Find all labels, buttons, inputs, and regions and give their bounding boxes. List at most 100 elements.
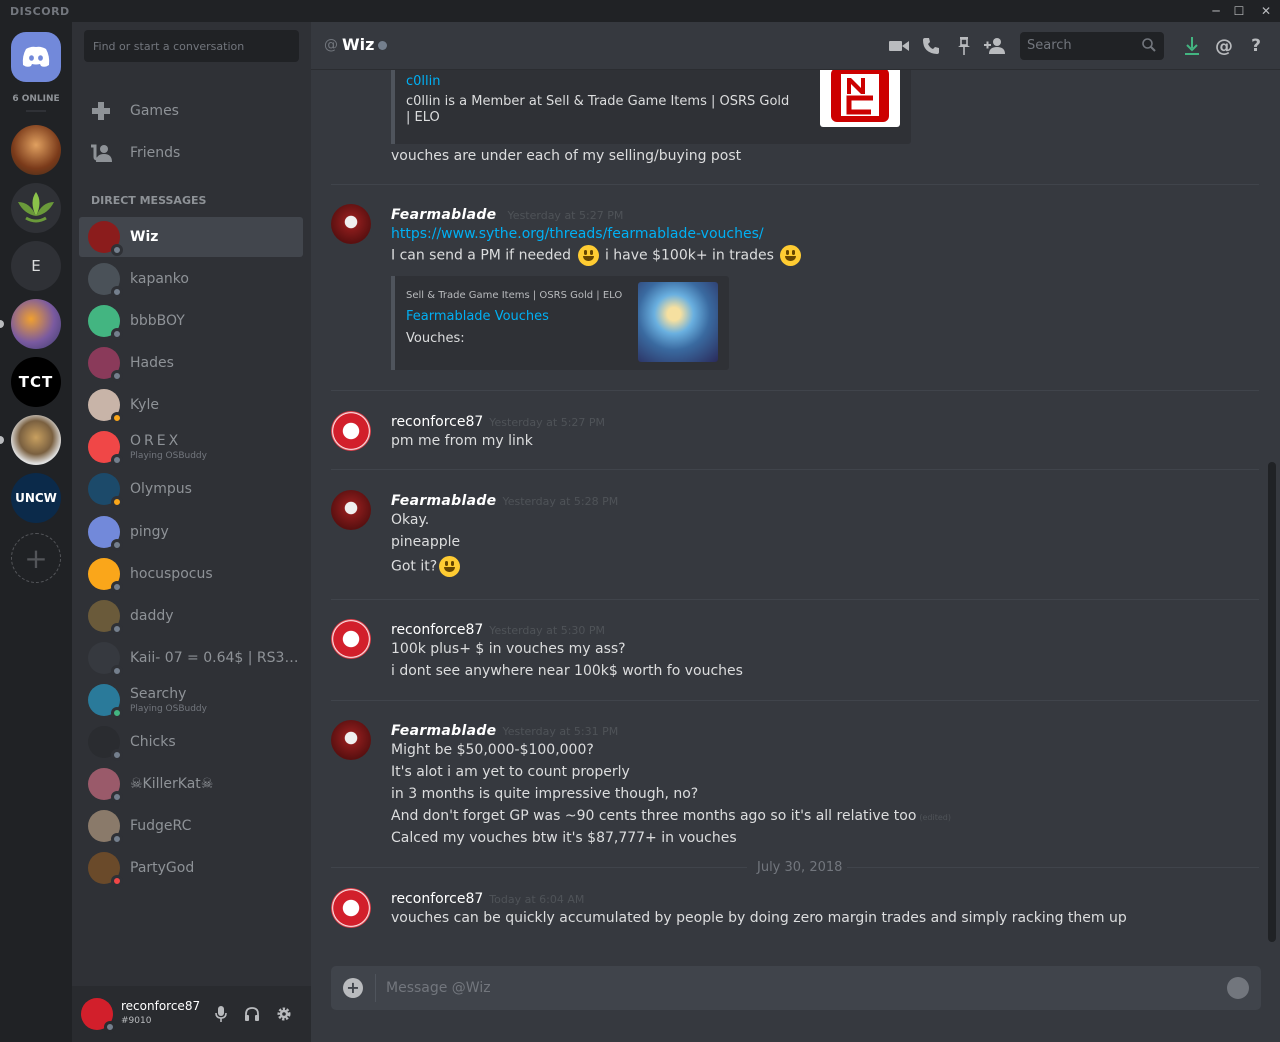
message-divider [331,599,1259,600]
dm-item[interactable]: Wiz [79,217,303,257]
message-text: https://www.sythe.org/threads/fearmablad… [391,226,764,242]
dm-name: Kaii- 07 = 0.64$ | RS3 =... [130,650,300,666]
message-header: Fearmablade Yesterday at 5:27 PM [391,204,623,223]
minimize-button[interactable]: ─ [1205,2,1227,20]
server-icon-e[interactable]: E [11,241,61,291]
author-name[interactable]: reconforce87 [391,891,483,907]
embed-title[interactable]: Fearmablade Vouches [406,309,549,324]
author-avatar[interactable] [331,888,371,928]
message-divider [331,469,1259,470]
author-name[interactable]: Fearmablade [391,493,496,509]
message-list: c0llin c0llin is a Member at Sell & Trad… [311,70,1266,948]
discord-logo-icon [22,46,50,67]
dm-name: Olympus [130,481,192,497]
gear-icon[interactable] [274,1004,294,1024]
help-icon[interactable]: ? [1245,35,1267,57]
server-icon-tct[interactable]: TCT [11,357,61,407]
author-avatar[interactable] [331,411,371,451]
author-name[interactable]: Fearmablade [391,723,496,739]
server-icon-scales[interactable] [11,125,61,175]
embed-provider: Sell & Trade Game Items | OSRS Gold | EL… [406,290,623,301]
author-avatar[interactable] [331,619,371,659]
embed-thumbnail[interactable] [820,70,900,127]
author-avatar[interactable] [331,490,371,530]
dm-item[interactable]: FudgeRC [79,806,303,846]
dm-item[interactable]: Hades [79,343,303,383]
message-text-part: Might be $50,000-$100,000? [391,742,594,758]
home-button[interactable] [11,32,61,82]
smiley-emoji-icon [439,556,461,577]
dm-item[interactable]: PartyGod [79,848,303,888]
dm-name: Wiz [130,229,159,245]
user-tag: #9010 [121,1016,152,1026]
nav-games[interactable]: Games [80,92,303,130]
date-separator-line [331,867,747,868]
message-text: Got it? [391,556,462,577]
dm-avatar [88,600,123,635]
voice-call-icon[interactable] [920,35,942,57]
dm-avatar [88,558,123,593]
dm-text: Olympus [130,481,192,497]
user-avatar[interactable] [81,998,116,1033]
message-timestamp: Yesterday at 5:28 PM [502,495,619,508]
message-input[interactable] [386,977,1206,999]
server-icon-pizza[interactable] [11,299,61,349]
leaf-icon [18,192,54,223]
server-list: 6 ONLINE E TCT UNCW + [0,22,72,1042]
dm-avatar [88,473,123,508]
embed-title[interactable]: c0llin [406,74,441,89]
scrollbar[interactable] [1268,462,1276,942]
dm-item[interactable]: Olympus [79,469,303,509]
dm-item[interactable]: Searchy Playing OSBuddy [79,680,303,720]
dm-item[interactable]: Kyle [79,385,303,425]
headphones-icon[interactable] [242,1004,262,1024]
dm-item[interactable]: hocuspocus [79,554,303,594]
nav-friends[interactable]: Friends [80,134,303,172]
message-text-part: i have $100k+ in trades [604,247,774,264]
emoji-picker-icon[interactable] [1227,977,1249,999]
dm-item[interactable]: bbbBOY [79,301,303,341]
server-icon-bag[interactable] [11,415,61,465]
pin-icon[interactable] [953,35,975,57]
dm-item[interactable]: ☠KillerKat☠ [79,764,303,804]
maximize-button[interactable]: ☐ [1228,2,1250,20]
author-avatar[interactable] [331,720,371,760]
message-group: reconforce87 Today at 6:04 AM vouches can … [331,888,1259,934]
message-timestamp: Yesterday at 5:30 PM [489,624,606,637]
smiley-emoji-icon [780,245,802,266]
author-avatar[interactable] [331,204,371,244]
dm-item[interactable]: daddy [79,596,303,636]
status-indicator [111,244,123,256]
dm-name: kapanko [130,271,189,287]
add-server-button[interactable]: + [11,533,61,583]
dm-item[interactable]: OREX Playing OSBuddy [79,427,303,467]
chat-header: @ Wiz Search @ ? [311,22,1280,70]
dm-item[interactable]: Kaii- 07 = 0.64$ | RS3 =... [79,638,303,678]
microphone-icon[interactable] [211,1004,231,1024]
embed-thumbnail[interactable] [638,282,718,362]
message-group: Fearmablade Yesterday at 5:31 PM Might be … [331,720,1259,854]
download-icon[interactable] [1181,35,1203,57]
dm-item[interactable]: Chicks [79,722,303,762]
author-name[interactable]: reconforce87 [391,622,483,638]
message-text-part: pineapple [391,534,461,550]
dm-activity: Playing OSBuddy [130,451,207,461]
server-icon-uncw[interactable]: UNCW [11,473,61,523]
video-call-icon[interactable] [888,35,910,57]
mentions-icon[interactable]: @ [1213,35,1235,57]
dm-item[interactable]: kapanko [79,259,303,299]
search-input[interactable]: Search [1020,32,1164,60]
embed-fearmablade-vouches: Sell & Trade Game Items | OSRS Gold | EL… [391,276,729,370]
find-conversation-input[interactable]: Find or start a conversation [84,30,299,62]
direct-messages-header: DIRECT MESSAGES [91,194,207,207]
upload-plus-icon[interactable]: + [343,978,363,998]
author-name[interactable]: Fearmablade [391,207,496,223]
add-friend-icon[interactable] [984,35,1006,57]
dm-avatar [88,684,123,719]
server-icon-leaf[interactable] [11,183,61,233]
author-name[interactable]: reconforce87 [391,414,483,430]
user-status-indicator [104,1021,116,1033]
message-link[interactable]: https://www.sythe.org/threads/fearmablad… [391,226,764,242]
close-button[interactable]: ✕ [1255,2,1277,20]
dm-item[interactable]: pingy [79,512,303,552]
